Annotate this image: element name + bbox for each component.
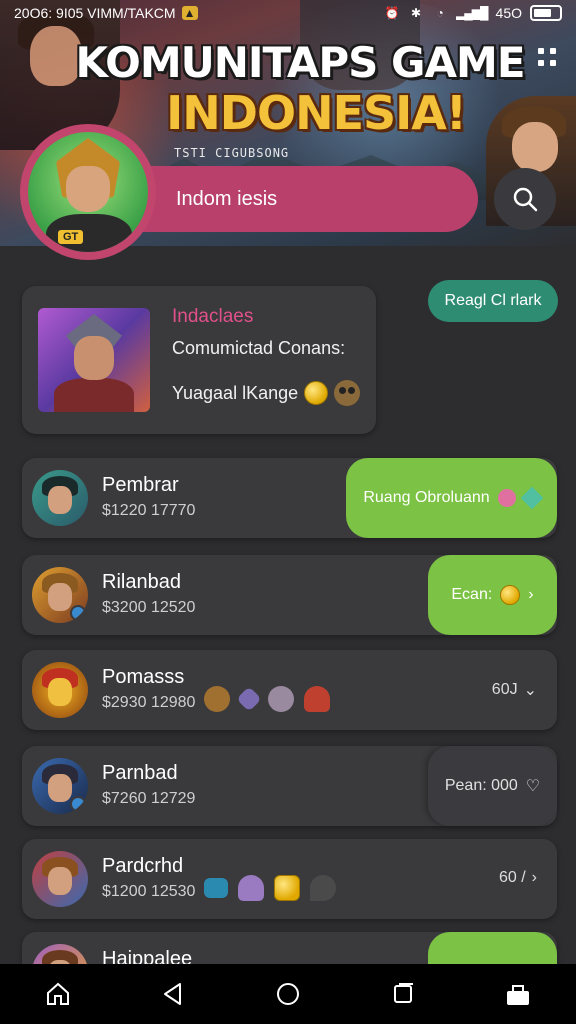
list-item[interactable]: Parnbad $7260 12729 Pean: 000 ♡ [22,746,557,826]
avatar-face [48,678,72,706]
community-info-card[interactable]: Indaclaes Comumictad Conans: Yuagaal lKa… [22,286,376,434]
row-price: $1220 17770 [102,502,196,519]
row-item-icons [204,875,336,901]
avatar-badge: GT [58,230,84,244]
avatar-face [48,867,72,895]
row-item-icons [204,686,330,712]
chevron-right-icon: › [531,869,537,886]
sparkle-icon [268,686,294,712]
candy-icon [497,489,516,507]
community-subtitle: Comumictad Conans: [172,338,346,358]
row-value-text: 60J [491,681,518,698]
row-name: Pembrar [102,474,179,496]
alarm-icon: ⏰ [384,6,400,20]
chevron-right-icon: › [528,586,534,603]
avatar-face [48,486,72,514]
row-avatar [32,851,88,907]
search-button[interactable] [494,168,556,230]
status-bar: 20O6: 9I05 VIMM/TAKCM ▲ ⏰ ✱ ◔ ▂▄▆█ 45O [0,0,576,26]
community-title: Indaclaes [172,306,254,327]
signal-text: 45O [495,5,522,21]
search-icon [513,187,538,212]
banner-title-line1: KOMUNITAPS GAME [75,38,525,87]
back-icon [163,983,181,1005]
thumb-face [74,336,114,380]
row-price: $1200 12530 [102,883,196,900]
search-bar[interactable] [130,166,478,232]
verified-badge-icon [70,796,86,812]
row-name: Parnbad [102,762,178,784]
row-price: $7260 12729 [102,790,196,807]
community-detail: Yuagaal lKange [172,380,361,406]
owl-icon [334,380,361,406]
nav-back-button[interactable] [143,964,203,1024]
signal-bars-icon: ▂▄▆█ [456,6,488,20]
gem-icon [520,486,543,510]
recent-apps-icon [394,983,414,1003]
profile-avatar[interactable]: GT [20,124,156,260]
nav-store-button[interactable] [488,964,548,1024]
row-action-label: Ruang Obroluann [363,489,490,506]
row-value[interactable]: 60J ⌄ [492,680,537,700]
system-nav-bar [0,964,576,1024]
chevron-down-icon: ⌄ [523,682,537,699]
notification-icon: ▲ [181,6,198,20]
status-time: 20O6: 9I05 VIMM/TAKCM [14,5,176,21]
avatar-face [48,774,72,802]
row-action-button[interactable]: Ecan: › [428,555,557,635]
row-value-text: 60 / [498,869,526,886]
nav-recent-button[interactable] [373,964,433,1024]
avatar-face [66,166,110,212]
pouch-icon [204,686,230,712]
row-price: $2930 12980 [102,694,196,711]
app-screen: KOMUNITAPS GAME INDONESIA! TSTI CIGUBSON… [0,0,576,1024]
crystal-icon [236,686,262,712]
row-value[interactable]: 60 / › [499,869,537,887]
thumb-body [54,378,134,412]
ticket-icon [204,878,228,898]
list-item[interactable]: Pembrar $1220 17770 Ruang Obroluann [22,458,557,538]
list-item[interactable]: Pardcrhd $1200 12530 60 / › [22,839,557,919]
row-action-button[interactable]: Ruang Obroluann [346,458,557,538]
bluetooth-icon: ✱ [411,6,422,20]
community-thumbnail [38,308,150,412]
row-name: Rilanbad [102,571,181,593]
reagl-button[interactable]: Reagl Cl rlark [428,280,558,322]
heart-icon: ♡ [525,778,541,795]
nav-home-button[interactable] [28,964,88,1024]
row-price: $3200 12520 [102,599,196,616]
battery-icon [530,5,562,21]
coin-icon [500,585,521,605]
coin-icon [274,875,300,901]
row-avatar [32,662,88,718]
row-action-label: Ecan: [451,586,493,603]
list-item[interactable]: Pomasss $2930 12980 60J ⌄ [22,650,557,730]
avatar-face [48,583,72,611]
row-action-label: Pean: 000 [444,777,518,794]
grid-menu-icon[interactable] [538,48,558,68]
lotus-icon [238,875,264,901]
search-input[interactable] [176,187,456,211]
wifi-icon: ◔ [436,6,444,20]
row-name: Pardcrhd [102,855,184,877]
coin-icon [304,381,329,405]
row-avatar [32,567,88,623]
community-detail-text: Yuagaal lKange [172,382,299,403]
avatar-image: GT [28,132,148,252]
row-avatar [32,470,88,526]
row-avatar [32,758,88,814]
home-circle-icon [276,983,299,1005]
list-item[interactable]: Rilanbad $3200 12520 Ecan: › [22,555,557,635]
leaf-icon [310,875,336,901]
row-action-button[interactable]: Pean: 000 ♡ [428,746,557,826]
store-icon [507,985,530,1005]
row-name: Pomasss [102,666,185,688]
home-icon [46,982,69,1005]
nav-circle-button[interactable] [258,964,318,1024]
banner-subtitle: TSTI CIGUBSONG [174,146,290,160]
mushroom-icon [304,686,330,712]
verified-badge-icon [70,605,86,621]
